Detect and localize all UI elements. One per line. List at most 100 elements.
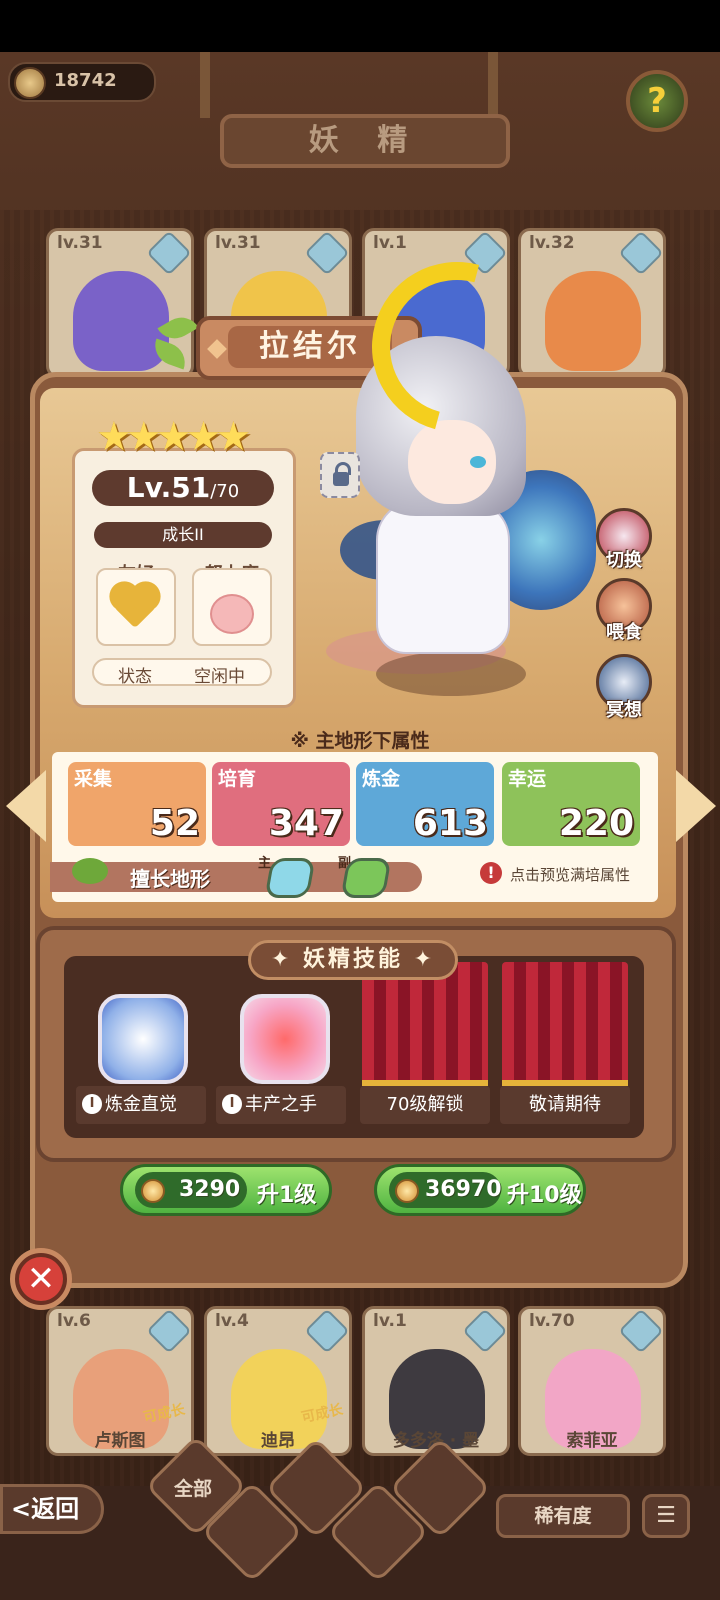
level-up-cost: 36970 <box>425 1177 502 1202</box>
skill-plate: I 丰产之手 <box>216 1086 346 1124</box>
attribute-gather: 采集 52 <box>68 762 206 846</box>
terrain-icon <box>146 231 191 276</box>
skill-plate: I 炼金直觉 <box>76 1086 206 1124</box>
status-row: 状态 空闲中 <box>92 658 272 687</box>
level-up-1-button[interactable]: 3290 升1级 <box>120 1164 332 1216</box>
skill-plate: 敬请期待 <box>500 1086 630 1124</box>
help-button[interactable]: ? <box>626 70 688 132</box>
back-button[interactable]: <返回 <box>0 1484 104 1534</box>
fairy-portrait <box>73 271 169 371</box>
skills-title: ✦ 妖精技能 ✦ <box>248 940 458 980</box>
character-body <box>376 500 510 654</box>
locked-skill-curtain <box>502 962 628 1086</box>
shell-skill-icon[interactable] <box>98 994 188 1084</box>
feed-label: 喂食 <box>606 622 642 643</box>
skill-tier-badge: I <box>222 1094 242 1114</box>
character-eye <box>470 456 486 468</box>
coin-icon <box>141 1179 165 1203</box>
close-icon: ✕ <box>26 1259 56 1299</box>
attribute-alchemy: 炼金 613 <box>356 762 494 846</box>
roster-name: 迪昂 <box>261 1431 295 1451</box>
meditate-label: 冥想 <box>606 700 642 721</box>
roster-name: 索菲亚 <box>566 1431 618 1451</box>
game-screen: 18742 妖 精 ? lv.31 lv.31 lv.1 lv.32 lv.6 … <box>0 0 720 1600</box>
coin-icon <box>395 1179 419 1203</box>
status-label: 状态 <box>118 667 152 687</box>
fairy-portrait <box>545 271 641 371</box>
fairy-name: 拉结尔 <box>228 326 392 368</box>
level-display: Lv.51/70 <box>92 470 274 506</box>
rarity-sort-button[interactable]: 稀有度 <box>496 1494 630 1538</box>
attribute-name: 培育 <box>218 768 257 790</box>
sprout-icon <box>72 858 108 884</box>
status-value: 空闲中 <box>194 667 245 687</box>
level-up-cost: 3290 <box>179 1177 241 1202</box>
terrain-icon <box>304 1309 349 1354</box>
growth-stage: 成长II <box>94 522 272 548</box>
rarity-stars: ★★★★★ <box>96 414 251 460</box>
roster-level: lv.31 <box>215 233 261 253</box>
terrain-icon <box>462 1309 507 1354</box>
roster-level: lv.31 <box>57 233 103 253</box>
gem-icon <box>207 339 227 359</box>
roster-level: lv.1 <box>373 1311 407 1331</box>
lock-body <box>333 472 349 486</box>
level-max: /70 <box>210 481 240 502</box>
skill-plate: 70级解锁 <box>360 1086 490 1124</box>
attribute-value: 347 <box>268 803 344 844</box>
lock-button[interactable] <box>320 452 360 498</box>
level-up-label: 升1级 <box>257 1183 317 1208</box>
character-shadow <box>376 652 526 696</box>
info-alert-icon[interactable]: ! <box>480 862 502 884</box>
tomato-skill-icon[interactable] <box>240 994 330 1084</box>
attributes-title: ※ 主地形下属性 <box>290 730 430 752</box>
attribute-nurture: 培育 347 <box>212 762 350 846</box>
prev-fairy-arrow[interactable] <box>6 770 46 842</box>
level-value: Lv.51 <box>126 471 211 504</box>
terrain-label: 擅长地形 <box>130 867 210 891</box>
attribute-value: 613 <box>412 803 488 844</box>
roster-card[interactable]: lv.1 多多洛 · 墨 <box>362 1306 510 1456</box>
attribute-name: 炼金 <box>362 768 401 790</box>
level-up-label: 升10级 <box>507 1183 582 1208</box>
next-fairy-arrow[interactable] <box>676 770 716 842</box>
roster-level: lv.4 <box>215 1311 249 1331</box>
terrain-icon <box>146 1309 191 1354</box>
page-title: 妖 精 <box>220 114 510 168</box>
rope-left <box>200 52 210 118</box>
roster-level: lv.6 <box>57 1311 91 1331</box>
switch-label: 切换 <box>606 550 642 571</box>
locked-skill-curtain <box>362 962 488 1086</box>
attribute-luck: 幸运 220 <box>502 762 640 846</box>
terrain-icon <box>618 1309 663 1354</box>
close-button[interactable]: ✕ <box>10 1248 72 1310</box>
roster-level: lv.1 <box>373 233 407 253</box>
attribute-name: 幸运 <box>508 768 547 790</box>
filter-all-label: 全部 <box>174 1478 213 1500</box>
status-bar <box>0 0 720 52</box>
coin-counter: 18742 <box>8 62 156 102</box>
effort-face-icon <box>210 594 254 634</box>
roster-name: 卢斯图 <box>94 1431 146 1451</box>
preview-max-link[interactable]: 点击预览满培属性 <box>510 864 630 885</box>
attribute-value: 220 <box>558 803 634 844</box>
attribute-name: 采集 <box>74 768 113 790</box>
coin-icon <box>14 67 46 99</box>
rope-right <box>488 52 498 118</box>
roster-card[interactable]: lv.4 可成长 迪昂 <box>204 1306 352 1456</box>
roster-card[interactable]: lv.70 索菲亚 <box>518 1306 666 1456</box>
roster-level: lv.70 <box>529 1311 575 1331</box>
roster-level: lv.32 <box>529 233 575 253</box>
terrain-icon <box>304 231 349 276</box>
sort-menu-button[interactable]: ☰ <box>642 1494 690 1538</box>
skill-tier-badge: I <box>82 1094 102 1114</box>
attribute-value: 52 <box>149 803 200 844</box>
skill-name: 丰产之手 <box>245 1094 317 1115</box>
skill-name: 炼金直觉 <box>105 1094 177 1115</box>
skill-coming-soon: 敬请期待 <box>529 1094 601 1115</box>
terrain-icon <box>618 231 663 276</box>
level-up-10-button[interactable]: 36970 升10级 <box>374 1164 586 1216</box>
skill-unlock-text: 70级解锁 <box>386 1094 464 1115</box>
roster-card[interactable]: lv.6 可成长 卢斯图 <box>46 1306 194 1456</box>
coin-value: 18742 <box>54 70 117 91</box>
